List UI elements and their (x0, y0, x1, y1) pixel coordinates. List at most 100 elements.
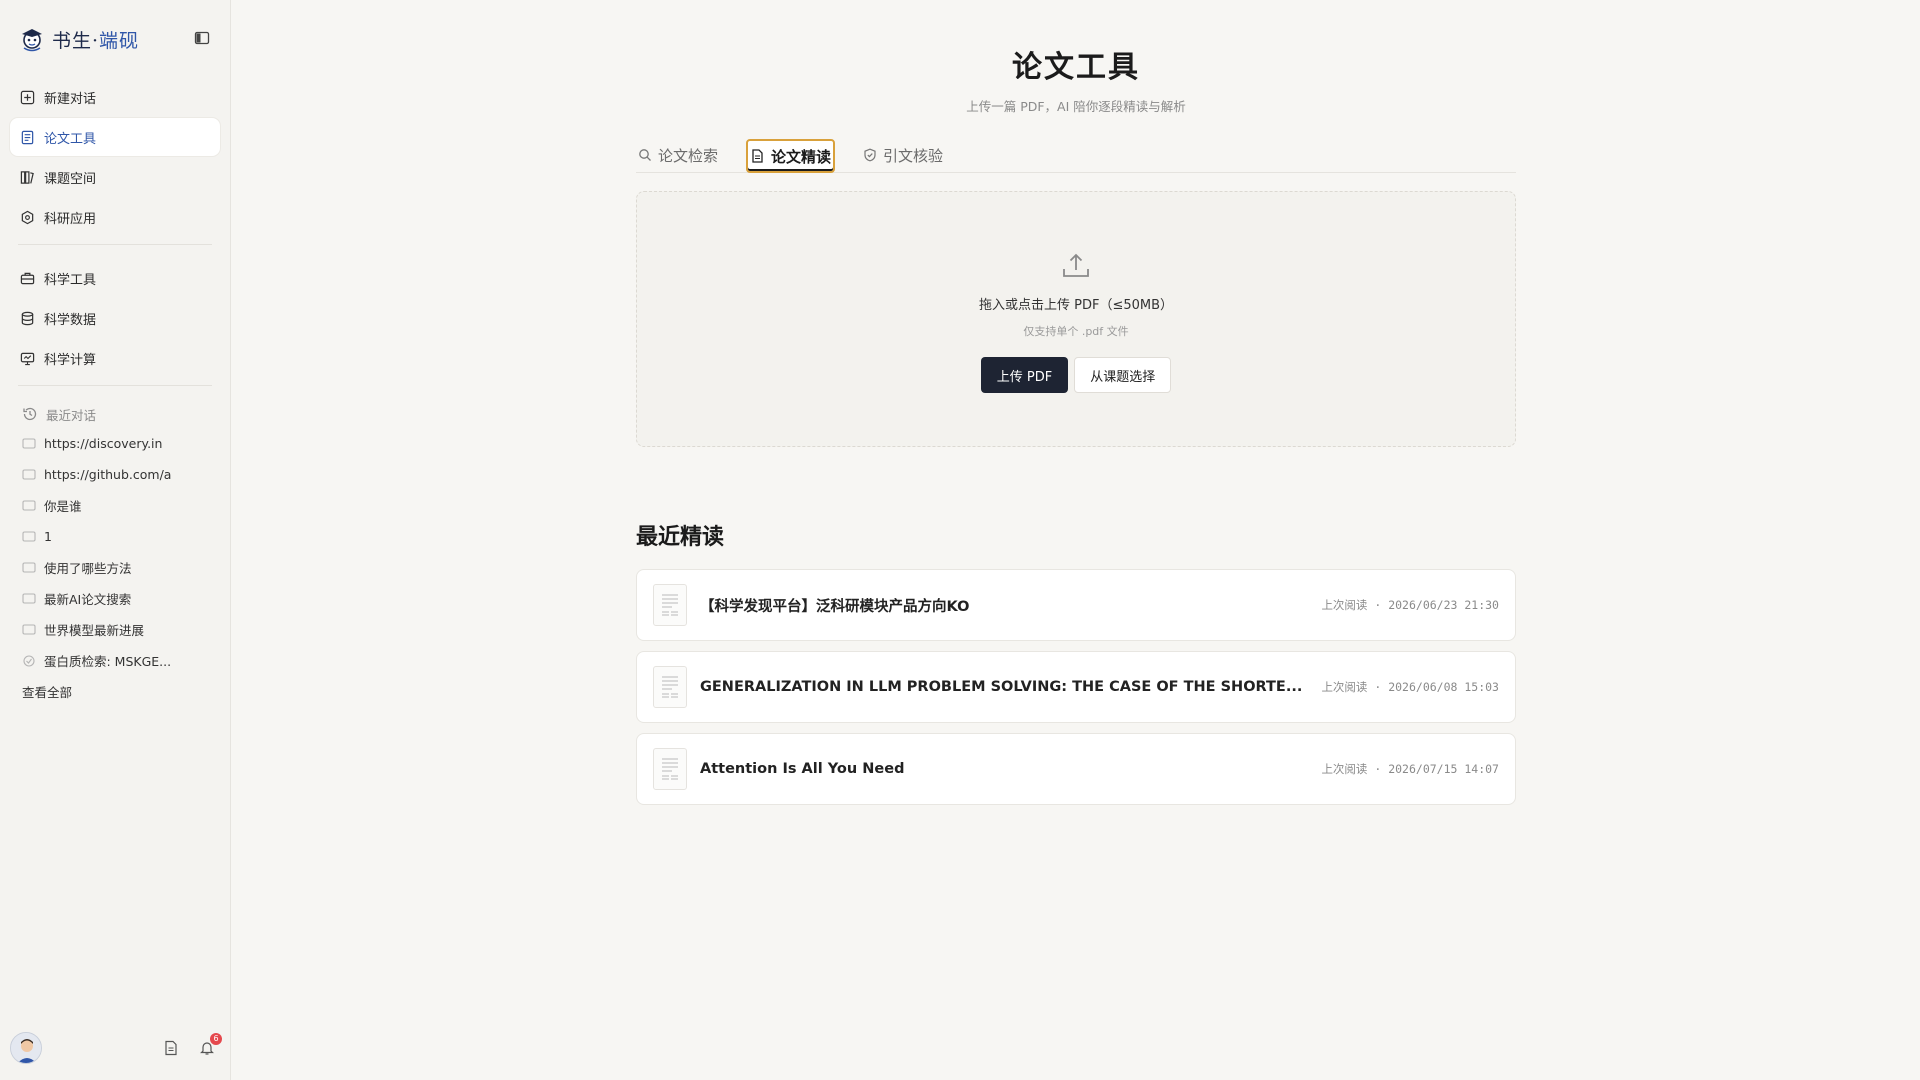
paper-title: 【科学发现平台】泛科研模块产品方向KO (700, 598, 970, 615)
chat-icon (22, 561, 36, 575)
tab-label: 论文检索 (658, 146, 719, 165)
nav-item-science-tools[interactable]: 科学工具 (10, 259, 220, 297)
footer-actions: 6 (162, 1033, 222, 1057)
recent-chats: 最近对话 https://discovery.in https://github… (10, 400, 220, 706)
nav-item-label: 课题空间 (44, 171, 97, 187)
protein-icon (22, 654, 36, 668)
sidebar-footer: 6 (10, 1030, 222, 1066)
nav-item-new-chat[interactable]: 新建对话 (10, 78, 220, 116)
secondary-nav: 科学工具 科学数据 科学计算 (10, 259, 220, 377)
pdf-dropzone[interactable]: 拖入或点击上传 PDF（≤50MB） 仅支持单个 .pdf 文件 上传 PDF … (636, 191, 1516, 447)
chat-icon (22, 468, 36, 482)
nav-item-label: 新建对话 (44, 91, 97, 107)
nav-item-label: 论文工具 (44, 131, 97, 147)
recent-chat-item[interactable]: 最新AI论文搜索 (10, 583, 220, 614)
brand-logo-icon (22, 29, 42, 52)
tab-label: 引文核验 (883, 146, 944, 165)
nav-item-project-space[interactable]: 课题空间 (10, 158, 220, 196)
recent-chat-label: https://github.com/a (44, 467, 172, 482)
recent-chats-title: 最近对话 (46, 407, 97, 423)
dropzone-actions: 上传 PDF 从课题选择 (980, 357, 1172, 393)
main-content: 论文工具 上传一篇 PDF，AI 陪你逐段精读与解析 论文检索 论文精读 引文核… (636, 0, 1516, 815)
recent-chat-label: 世界模型最新进展 (44, 623, 145, 638)
file-icon (751, 149, 765, 163)
upload-icon (1063, 253, 1089, 277)
recent-reads-title: 最近精读 (636, 524, 725, 550)
search-icon (638, 148, 652, 162)
chat-icon (22, 530, 36, 544)
recent-chat-item[interactable]: 蛋白质检索: MSKGE... (10, 645, 220, 676)
paper-title: Attention Is All You Need (700, 761, 905, 777)
notifications-button[interactable]: 6 (198, 1033, 222, 1057)
nav-divider (18, 244, 212, 245)
paper-thumbnail-icon (653, 666, 687, 708)
recent-chat-item[interactable]: 你是谁 (10, 490, 220, 521)
tab-citation-check[interactable]: 引文核验 (861, 138, 945, 172)
nav-item-label: 科学数据 (44, 312, 97, 328)
choose-from-project-button[interactable]: 从课题选择 (1074, 357, 1172, 393)
recent-chat-item[interactable]: https://discovery.in (10, 428, 220, 459)
notes-button[interactable] (162, 1039, 180, 1057)
recent-chat-label: 蛋白质检索: MSKGE... (44, 654, 172, 669)
recent-chat-item[interactable]: 1 (10, 521, 220, 552)
recent-chat-label: 使用了哪些方法 (44, 561, 132, 576)
toolbox-icon (19, 270, 35, 286)
recent-chats-header: 最近对话 (10, 400, 220, 428)
tab-paper-search[interactable]: 论文检索 (636, 138, 720, 172)
sidebar: 书生·端砚 新建对话 论文工具 课题空间 科研应用 科学工具 科学数据 科学计算… (0, 0, 231, 1080)
recent-chat-label: 最新AI论文搜索 (44, 592, 132, 607)
shield-check-icon (863, 148, 877, 162)
page-subtitle: 上传一篇 PDF，AI 陪你逐段精读与解析 (966, 99, 1186, 114)
tab-paper-reading[interactable]: 论文精读 (746, 139, 836, 173)
notification-badge: 6 (210, 1033, 222, 1045)
nav-item-label: 科研应用 (44, 211, 97, 227)
plus-square-icon (19, 89, 35, 105)
monitor-icon (19, 350, 35, 366)
notes-icon (165, 1040, 177, 1056)
nav-item-paper-tools[interactable]: 论文工具 (10, 118, 220, 156)
nav-item-science-compute[interactable]: 科学计算 (10, 339, 220, 377)
database-icon (19, 310, 35, 326)
recent-reads-list: 【科学发现平台】泛科研模块产品方向KO 上次阅读 · 2026/06/23 21… (636, 569, 1516, 805)
library-icon (19, 169, 35, 185)
recent-chat-item[interactable]: https://github.com/a (10, 459, 220, 490)
nav-divider (18, 385, 212, 386)
history-icon (22, 406, 38, 422)
paper-last-read: 上次阅读 · 2026/06/08 15:03 (1321, 680, 1499, 694)
primary-nav: 新建对话 论文工具 课题空间 科研应用 (10, 78, 220, 236)
page-title: 论文工具 (1012, 50, 1140, 85)
paper-thumbnail-icon (653, 584, 687, 626)
document-icon (19, 129, 35, 145)
dropzone-hint: 仅支持单个 .pdf 文件 (1023, 325, 1129, 338)
nav-item-science-data[interactable]: 科学数据 (10, 299, 220, 337)
nav-item-research-apps[interactable]: 科研应用 (10, 198, 220, 236)
chat-icon (22, 437, 36, 451)
upload-pdf-button[interactable]: 上传 PDF (980, 357, 1069, 393)
recent-chat-label: 1 (44, 529, 52, 544)
paper-last-read: 上次阅读 · 2026/07/15 14:07 (1321, 762, 1499, 776)
paper-row[interactable]: 【科学发现平台】泛科研模块产品方向KO 上次阅读 · 2026/06/23 21… (636, 569, 1516, 641)
avatar[interactable] (10, 1032, 42, 1064)
recent-chat-item[interactable]: 世界模型最新进展 (10, 614, 220, 645)
nav-item-label: 科学工具 (44, 272, 97, 288)
brand-name: 书生·端砚 (52, 29, 140, 52)
hexagon-icon (19, 209, 35, 225)
chat-icon (22, 623, 36, 637)
paper-thumbnail-icon (653, 748, 687, 790)
sidebar-toggle-icon (194, 31, 210, 45)
nav-item-label: 科学计算 (44, 352, 97, 368)
recent-chat-label: https://discovery.in (44, 436, 163, 451)
view-all-link[interactable]: 查看全部 (10, 676, 220, 706)
sidebar-toggle-button[interactable] (192, 28, 212, 48)
paper-row[interactable]: GENERALIZATION IN LLM PROBLEM SOLVING: T… (636, 651, 1516, 723)
paper-row[interactable]: Attention Is All You Need 上次阅读 · 2026/07… (636, 733, 1516, 805)
main-area: 论文工具 上传一篇 PDF，AI 陪你逐段精读与解析 论文检索 论文精读 引文核… (231, 0, 1920, 1080)
brand[interactable]: 书生·端砚 (10, 0, 220, 78)
recent-chat-item[interactable]: 使用了哪些方法 (10, 552, 220, 583)
user-avatar-icon (11, 1033, 41, 1063)
paper-last-read: 上次阅读 · 2026/06/23 21:30 (1321, 598, 1499, 612)
tab-bar: 论文检索 论文精读 引文核验 (636, 137, 1516, 173)
recent-chat-label: 你是谁 (44, 499, 82, 514)
app-root: 书生·端砚 新建对话 论文工具 课题空间 科研应用 科学工具 科学数据 科学计算… (0, 0, 1920, 1080)
tab-label: 论文精读 (771, 147, 832, 166)
